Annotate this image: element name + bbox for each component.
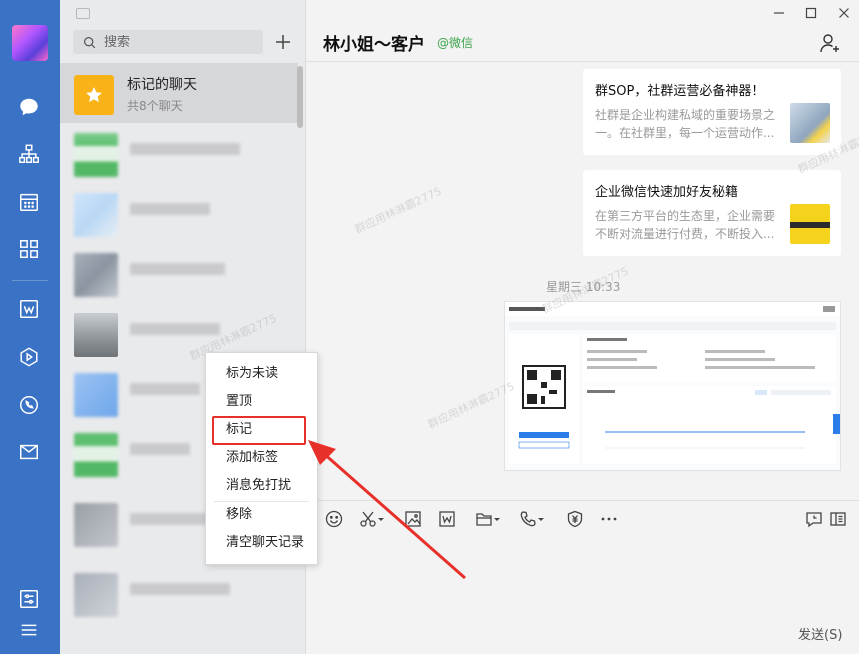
watermark: 群应用林淋霸2775 xyxy=(352,184,444,237)
menu-item-mark-unread[interactable]: 标为未读 xyxy=(206,360,317,388)
star-icon xyxy=(74,75,114,115)
card-title: 群SOP，社群运营必备神器！ xyxy=(595,84,765,99)
avatar xyxy=(74,313,118,357)
list-item[interactable] xyxy=(60,565,298,625)
list-item[interactable] xyxy=(60,125,298,185)
mail-icon[interactable] xyxy=(17,440,41,464)
phone-icon[interactable] xyxy=(17,393,41,417)
maximize-button[interactable] xyxy=(803,5,819,21)
send-button[interactable]: 发送(S) xyxy=(798,624,842,643)
menu-item-remove[interactable]: 移除 xyxy=(206,501,317,529)
avatar xyxy=(74,373,118,417)
card-desc: 在第三方平台的生态里，企业需要不断对流量进行付费，不断投入... xyxy=(595,209,776,241)
list-item[interactable] xyxy=(60,185,298,245)
minimize-icon xyxy=(774,12,784,14)
screenshot-button[interactable] xyxy=(358,510,378,528)
minimize-button[interactable] xyxy=(771,5,787,21)
close-button[interactable] xyxy=(836,5,852,21)
starred-chats-item[interactable]: 标记的聊天 共8个聊天 xyxy=(60,63,298,123)
chevron-down-icon xyxy=(378,518,384,521)
list-item[interactable] xyxy=(60,245,298,305)
menu-item-mute[interactable]: 消息免打扰 xyxy=(206,472,317,500)
menu-item-pin[interactable]: 置顶 xyxy=(206,388,317,416)
chat-icon[interactable] xyxy=(17,95,41,119)
avatar xyxy=(74,573,118,617)
avatar xyxy=(74,253,118,297)
settings-icon[interactable] xyxy=(17,587,41,611)
wechat-tag: @微信 xyxy=(437,36,474,50)
emoji-icon xyxy=(325,510,343,528)
window-box-icon[interactable] xyxy=(76,8,90,19)
avatar xyxy=(74,433,118,477)
article-card[interactable]: 企业微信快速加好友秘籍 在第三方平台的生态里，企业需要不断对流量进行付费，不断投… xyxy=(583,170,841,256)
avatar xyxy=(74,503,118,547)
call-button[interactable] xyxy=(518,510,538,528)
context-menu: 标为未读 置顶 标记 添加标签 消息免打扰 移除 清空聊天记录 xyxy=(205,352,318,565)
scissors-icon xyxy=(360,511,376,527)
list-scrollbar[interactable] xyxy=(297,66,303,128)
side-panel-button[interactable] xyxy=(828,510,848,528)
message-history-icon xyxy=(806,512,822,528)
add-user-icon xyxy=(820,34,839,53)
image-message[interactable] xyxy=(504,301,841,471)
starred-title: 标记的聊天 xyxy=(127,77,197,93)
avatar xyxy=(74,133,118,177)
menu-icon[interactable] xyxy=(17,618,41,642)
chat-history-button[interactable] xyxy=(804,510,824,528)
more-button[interactable] xyxy=(599,510,619,528)
chat-header: 林小姐～客户 @微信 xyxy=(306,0,859,62)
doc-icon[interactable] xyxy=(17,297,41,321)
chat-toolbar xyxy=(306,500,859,536)
doc-w-icon xyxy=(439,511,455,527)
folder-icon xyxy=(476,513,492,526)
card-title: 企业微信快速加好友秘籍 xyxy=(595,185,739,200)
avatar xyxy=(74,193,118,237)
search-icon xyxy=(84,36,96,48)
apps-icon[interactable] xyxy=(17,237,41,261)
card-thumbnail xyxy=(790,204,830,244)
card-desc: 社群是企业构建私域的重要场景之一。在社群里，每一个运营动作... xyxy=(595,108,776,140)
document-button[interactable] xyxy=(437,510,457,528)
highlight-box xyxy=(212,416,306,445)
payment-button[interactable] xyxy=(565,510,585,528)
user-avatar[interactable] xyxy=(12,25,48,61)
image-icon xyxy=(405,511,421,527)
chevron-down-icon xyxy=(538,518,544,521)
more-icon xyxy=(601,517,617,521)
calendar-icon[interactable] xyxy=(17,190,41,214)
phone-icon xyxy=(520,511,536,527)
panel-icon xyxy=(830,512,846,526)
maximize-icon xyxy=(805,7,817,19)
add-chat-button[interactable] xyxy=(272,31,294,53)
org-icon[interactable] xyxy=(17,142,41,166)
chat-title: 林小姐～客户 xyxy=(323,35,425,55)
add-member-button[interactable] xyxy=(819,32,841,54)
rail-divider xyxy=(12,280,48,281)
folder-button[interactable] xyxy=(474,510,494,528)
screenshot-preview xyxy=(505,302,840,470)
search-box[interactable] xyxy=(73,30,263,54)
starred-subtitle: 共8个聊天 xyxy=(127,99,183,113)
left-rail xyxy=(0,0,60,654)
plus-icon xyxy=(276,35,290,49)
menu-item-clear-history[interactable]: 清空聊天记录 xyxy=(206,529,317,557)
article-card[interactable]: 群SOP，社群运营必备神器！ 社群是企业构建私域的重要场景之一。在社群里，每一个… xyxy=(583,69,841,155)
chevron-down-icon xyxy=(494,518,500,521)
folder-dropdown[interactable] xyxy=(492,510,502,528)
call-dropdown[interactable] xyxy=(536,510,546,528)
chat-panel: 林小姐～客户 @微信 群SOP，社群运营必备神器！ 社群是企业构建私域的重要场景… xyxy=(188,0,859,654)
search-input[interactable] xyxy=(104,34,254,50)
close-icon xyxy=(839,8,849,18)
yuan-shield-icon xyxy=(567,510,583,528)
emoji-button[interactable] xyxy=(324,510,344,528)
menu-item-add-tag[interactable]: 添加标签 xyxy=(206,444,317,472)
drive-icon[interactable] xyxy=(17,345,41,369)
image-button[interactable] xyxy=(403,510,423,528)
screenshot-dropdown[interactable] xyxy=(376,510,386,528)
card-thumbnail xyxy=(790,103,830,143)
